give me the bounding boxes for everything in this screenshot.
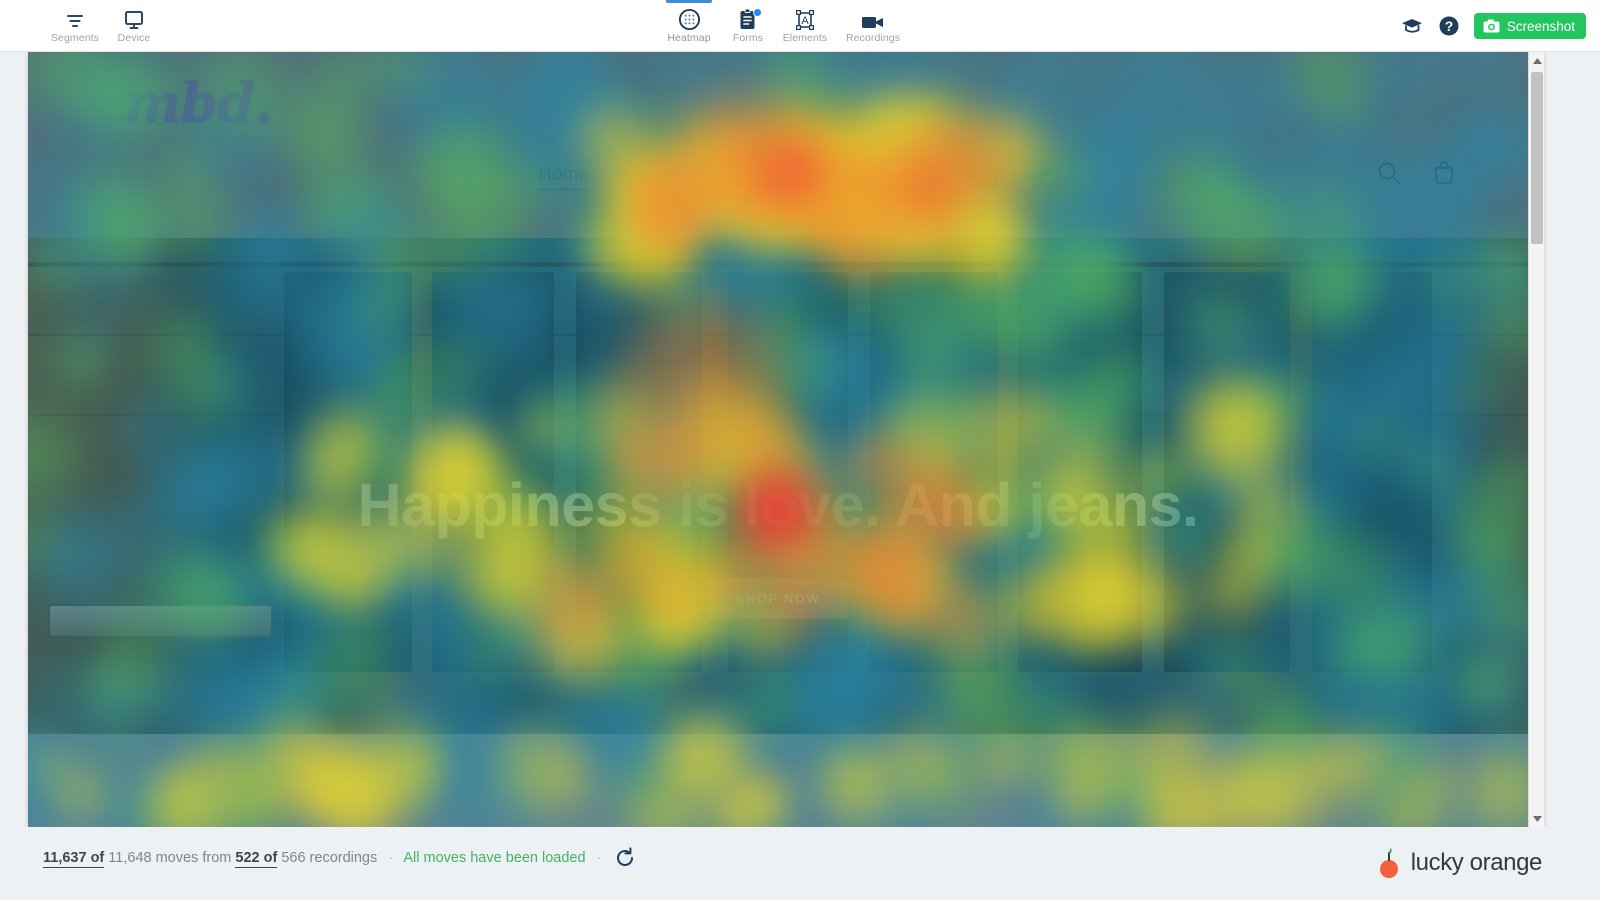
chevron-down-icon: ˅ (923, 171, 931, 185)
lucky-orange-wordmark: lucky orange (1410, 849, 1543, 876)
nav-item-home[interactable]: Home (538, 164, 589, 190)
site-lower-section (28, 734, 1528, 827)
heatmap-viewport[interactable]: mbd. MOLLY & DENIM Home For Her ˅ For Hi… (28, 52, 1544, 827)
site-header: mbd. MOLLY & DENIM Home For Her ˅ For Hi… (28, 52, 1528, 238)
toolbar-right-actions: ? Screenshot (1400, 0, 1586, 52)
site-nav: Home For Her ˅ For Him ˅ For Kids ˅ Blog (538, 164, 1052, 190)
site-logo[interactable]: mbd. MOLLY & DENIM (103, 74, 293, 145)
search-icon[interactable] (1376, 160, 1402, 186)
status-bar: 11,637 of 11,648 moves from 522 of 566 r… (0, 827, 1600, 900)
svg-text:A: A (801, 15, 809, 27)
active-tab-indicator (666, 0, 712, 3)
tab-forms[interactable]: Forms (722, 0, 774, 52)
toolbar-item-device-label: Device (117, 31, 151, 44)
hero-rail (28, 262, 1528, 267)
moves-total: 11,648 moves from (108, 850, 232, 866)
lucky-orange-logo: lucky orange (1376, 847, 1542, 879)
site-logo-mark: mbd. (124, 71, 272, 135)
nav-item-blog[interactable]: Blog (960, 166, 998, 188)
recordings-total: 566 recordings (281, 850, 378, 866)
clipboard-icon (738, 7, 762, 31)
nav-item-for-her-label: For Her (618, 166, 684, 187)
refresh-icon[interactable] (614, 847, 636, 874)
svg-text:?: ? (1444, 18, 1453, 34)
site-hero: Happiness is love. And jeans. SHOP NOW (28, 238, 1528, 734)
elements-icon: A (794, 9, 816, 31)
toolbar-item-device[interactable]: Device (106, 0, 162, 52)
loaded-message: All moves have been loaded (403, 850, 586, 866)
site-logo-tagline: MOLLY & DENIM (145, 134, 251, 145)
moves-count: 11,637 of (43, 850, 105, 868)
nav-item-for-kids-label: For Kids (843, 166, 914, 187)
toolbar-item-segments-label: Segments (50, 31, 100, 44)
filter-icon (64, 9, 86, 31)
shop-now-button[interactable]: SHOP NOW (708, 578, 848, 619)
forms-notification-badge (753, 7, 762, 17)
orange-mark-icon (1376, 847, 1402, 879)
video-camera-icon (860, 9, 886, 31)
status-separator: · (596, 850, 602, 866)
scroll-up-arrow[interactable] (1529, 52, 1544, 69)
recordings-count: 522 of (235, 850, 278, 868)
scrollbar-thumb[interactable] (1531, 72, 1543, 244)
question-mark-icon[interactable]: ? (1438, 15, 1460, 37)
tab-forms-label: Forms (732, 31, 764, 44)
status-separator: · (388, 850, 394, 866)
website-page: mbd. MOLLY & DENIM Home For Her ˅ For Hi… (28, 52, 1528, 827)
status-summary: 11,637 of 11,648 moves from 522 of 566 r… (43, 850, 608, 868)
camera-icon (1483, 19, 1500, 33)
screenshot-button-label: Screenshot (1506, 18, 1575, 34)
nav-item-for-him-label: For Him (729, 166, 797, 187)
tab-elements-label: Elements (782, 31, 828, 44)
hero-title: Happiness is love. And jeans. (357, 471, 1199, 539)
heatmap-icon (678, 8, 701, 31)
nav-item-for-her[interactable]: For Her ˅ (619, 166, 700, 188)
tab-heatmap-label: Heatmap (667, 31, 711, 44)
tab-recordings-label: Recordings (845, 31, 901, 44)
page-scrollbar[interactable] (1528, 52, 1544, 827)
tab-recordings[interactable]: Recordings (836, 0, 910, 52)
shopping-bag-icon[interactable] (1432, 160, 1456, 186)
toolbar-item-segments[interactable]: Segments (44, 0, 106, 52)
nav-item-for-him[interactable]: For Him ˅ (729, 166, 813, 188)
chevron-down-icon: ˅ (692, 171, 700, 185)
tab-elements[interactable]: A Elements (774, 0, 836, 52)
hero-bench-prop (48, 604, 273, 638)
tab-heatmap[interactable]: Heatmap (658, 0, 720, 52)
nav-item-for-kids[interactable]: For Kids ˅ (843, 166, 930, 188)
paper-plane-icon[interactable] (1028, 166, 1052, 188)
monitor-icon (123, 9, 145, 31)
chevron-down-icon: ˅ (806, 171, 814, 185)
app-toolbar: Segments Device Heatmap Forms A Elements… (0, 0, 1600, 52)
screenshot-button[interactable]: Screenshot (1473, 13, 1586, 39)
graduation-cap-icon[interactable] (1400, 16, 1424, 36)
site-header-icons (1376, 160, 1456, 186)
scroll-down-arrow[interactable] (1529, 810, 1544, 827)
